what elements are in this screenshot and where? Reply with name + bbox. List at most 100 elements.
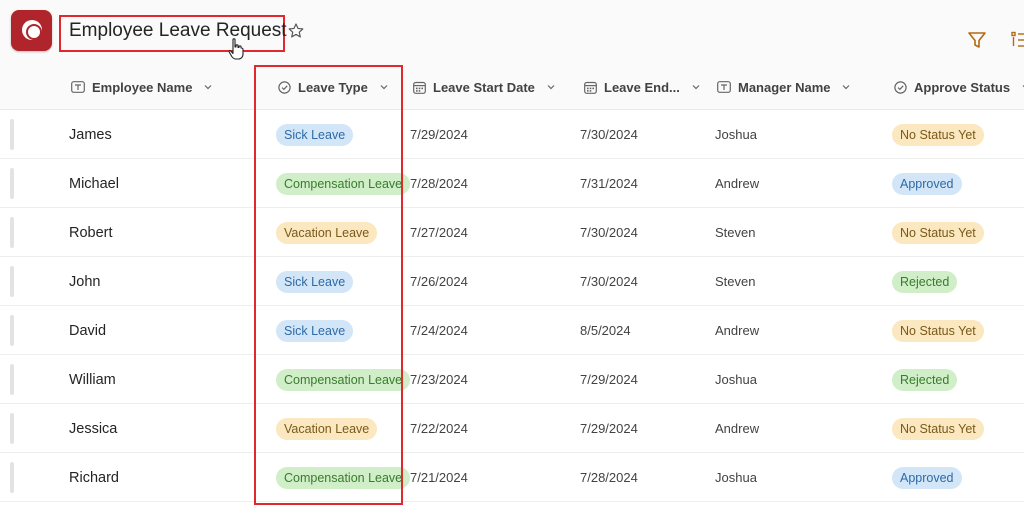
status-pill: Approved xyxy=(892,172,962,195)
manager-name-cell[interactable]: Andrew xyxy=(715,404,759,453)
status-pill: No Status Yet xyxy=(892,417,984,440)
leave-type-pill: Compensation Leave xyxy=(276,172,411,195)
row-select-handle[interactable] xyxy=(10,315,14,346)
table-row[interactable]: William Compensation Leave 7/23/2024 7/2… xyxy=(0,355,1024,404)
group-by-icon[interactable] xyxy=(1008,29,1024,51)
leave-start-date-cell[interactable]: 7/24/2024 xyxy=(410,306,468,355)
leave-end-date-cell[interactable]: 7/30/2024 xyxy=(580,257,638,306)
page-title[interactable]: Employee Leave Request xyxy=(69,20,287,42)
leave-start-date-cell[interactable]: 7/29/2024 xyxy=(410,110,468,159)
table-row[interactable]: Richard Compensation Leave 7/21/2024 7/2… xyxy=(0,453,1024,502)
status-pill: No Status Yet xyxy=(892,319,984,342)
leave-end-date-cell[interactable]: 8/5/2024 xyxy=(580,306,631,355)
approve-status-cell[interactable]: Rejected xyxy=(892,355,958,404)
employee-name-cell[interactable]: John xyxy=(69,257,100,306)
leave-type-pill: Sick Leave xyxy=(276,319,354,342)
row-select-handle[interactable] xyxy=(10,266,14,297)
column-header-employee-name[interactable]: Employee Name xyxy=(71,64,212,110)
manager-name-cell[interactable]: Andrew xyxy=(715,159,759,208)
chevron-down-icon xyxy=(547,85,555,90)
column-header-label: Leave End... xyxy=(604,79,680,95)
leave-end-date-cell[interactable]: 7/29/2024 xyxy=(580,355,638,404)
table-row[interactable]: Michael Compensation Leave 7/28/2024 7/3… xyxy=(0,159,1024,208)
leave-type-cell[interactable]: Compensation Leave xyxy=(276,159,411,208)
leave-type-pill: Sick Leave xyxy=(276,123,354,146)
leave-type-pill: Compensation Leave xyxy=(276,368,411,391)
column-header-label: Approve Status xyxy=(914,79,1011,95)
row-select-handle[interactable] xyxy=(10,168,14,199)
leave-type-cell[interactable]: Sick Leave xyxy=(276,110,354,159)
favorite-star-icon[interactable] xyxy=(287,22,305,40)
leave-type-pill: Compensation Leave xyxy=(276,466,411,489)
chevron-down-icon xyxy=(692,85,700,90)
manager-name-cell[interactable]: Joshua xyxy=(715,355,757,404)
leave-end-date-cell[interactable]: 7/30/2024 xyxy=(580,110,638,159)
row-select-handle[interactable] xyxy=(10,364,14,395)
leave-start-date-cell[interactable]: 7/21/2024 xyxy=(410,453,468,502)
leave-type-cell[interactable]: Compensation Leave xyxy=(276,453,411,502)
column-header-leave-type[interactable]: Leave Type xyxy=(278,64,388,110)
approve-status-cell[interactable]: No Status Yet xyxy=(892,306,984,355)
leave-start-date-cell[interactable]: 7/23/2024 xyxy=(410,355,468,404)
leave-type-pill: Vacation Leave xyxy=(276,221,378,244)
approve-status-cell[interactable]: Approved xyxy=(892,453,962,502)
filter-icon[interactable] xyxy=(966,29,988,51)
leave-type-cell[interactable]: Compensation Leave xyxy=(276,355,411,404)
manager-name-cell[interactable]: Steven xyxy=(715,257,755,306)
calendar-icon xyxy=(584,81,597,94)
target-icon xyxy=(22,20,42,40)
employee-name-cell[interactable]: Richard xyxy=(69,453,119,502)
table-row[interactable]: David Sick Leave 7/24/2024 8/5/2024 Andr… xyxy=(0,306,1024,355)
leave-type-cell[interactable]: Sick Leave xyxy=(276,257,354,306)
column-header-approve-status[interactable]: Approve Status xyxy=(894,64,1024,110)
employee-name-cell[interactable]: James xyxy=(69,110,112,159)
leave-type-cell[interactable]: Sick Leave xyxy=(276,306,354,355)
approve-status-cell[interactable]: Rejected xyxy=(892,257,958,306)
approve-status-cell[interactable]: No Status Yet xyxy=(892,110,984,159)
chevron-down-icon xyxy=(843,85,850,90)
list-app-icon[interactable] xyxy=(11,10,52,51)
column-header-manager-name[interactable]: Manager Name xyxy=(717,64,850,110)
table-row[interactable]: John Sick Leave 7/26/2024 7/30/2024 Stev… xyxy=(0,257,1024,306)
row-select-handle[interactable] xyxy=(10,119,14,150)
status-pill: No Status Yet xyxy=(892,123,984,146)
choice-icon xyxy=(894,80,907,94)
column-header-leave-end-date[interactable]: Leave End... xyxy=(584,64,700,110)
manager-name-cell[interactable]: Joshua xyxy=(715,453,757,502)
hand-cursor-icon xyxy=(228,38,244,60)
leave-start-date-cell[interactable]: 7/22/2024 xyxy=(410,404,468,453)
leave-type-cell[interactable]: Vacation Leave xyxy=(276,404,378,453)
column-header-leave-start-date[interactable]: Leave Start Date xyxy=(413,64,555,110)
chevron-down-icon xyxy=(205,85,212,90)
row-select-handle[interactable] xyxy=(10,217,14,248)
approve-status-cell[interactable]: No Status Yet xyxy=(892,404,984,453)
approve-status-cell[interactable]: No Status Yet xyxy=(892,208,984,257)
table-row[interactable]: Robert Vacation Leave 7/27/2024 7/30/202… xyxy=(0,208,1024,257)
leave-start-date-cell[interactable]: 7/26/2024 xyxy=(410,257,468,306)
employee-name-cell[interactable]: Robert xyxy=(69,208,113,257)
manager-name-cell[interactable]: Andrew xyxy=(715,306,759,355)
leave-start-date-cell[interactable]: 7/27/2024 xyxy=(410,208,468,257)
approve-status-cell[interactable]: Approved xyxy=(892,159,962,208)
leave-end-date-cell[interactable]: 7/30/2024 xyxy=(580,208,638,257)
table-row[interactable]: James Sick Leave 7/29/2024 7/30/2024 Jos… xyxy=(0,110,1024,159)
leave-start-date-cell[interactable]: 7/28/2024 xyxy=(410,159,468,208)
leave-end-date-cell[interactable]: 7/29/2024 xyxy=(580,404,638,453)
employee-name-cell[interactable]: William xyxy=(69,355,116,404)
text-field-icon xyxy=(71,81,85,93)
chevron-down-icon xyxy=(380,85,388,90)
manager-name-cell[interactable]: Joshua xyxy=(715,110,757,159)
leave-type-pill: Vacation Leave xyxy=(276,417,378,440)
employee-name-cell[interactable]: Michael xyxy=(69,159,119,208)
leave-end-date-cell[interactable]: 7/28/2024 xyxy=(580,453,638,502)
table-row[interactable]: Jessica Vacation Leave 7/22/2024 7/29/20… xyxy=(0,404,1024,453)
status-pill: No Status Yet xyxy=(892,221,984,244)
leave-end-date-cell[interactable]: 7/31/2024 xyxy=(580,159,638,208)
leave-type-pill: Sick Leave xyxy=(276,270,354,293)
leave-type-cell[interactable]: Vacation Leave xyxy=(276,208,378,257)
manager-name-cell[interactable]: Steven xyxy=(715,208,755,257)
employee-name-cell[interactable]: David xyxy=(69,306,106,355)
row-select-handle[interactable] xyxy=(10,462,14,493)
row-select-handle[interactable] xyxy=(10,413,14,444)
employee-name-cell[interactable]: Jessica xyxy=(69,404,117,453)
